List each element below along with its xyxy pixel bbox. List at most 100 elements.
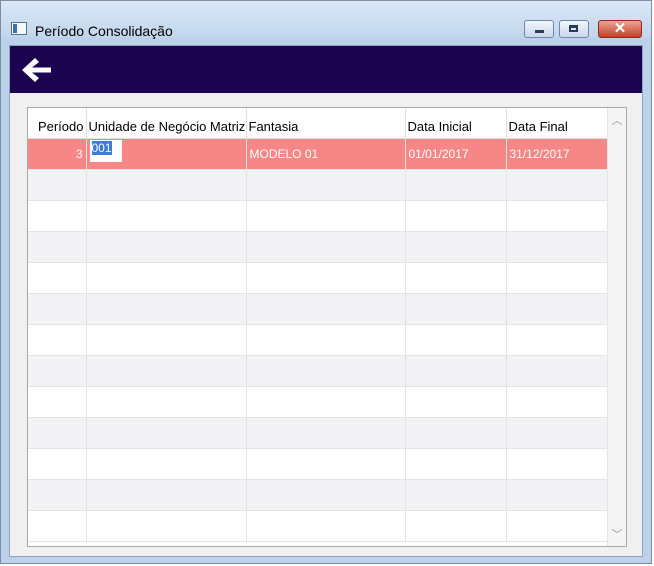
empty-cell[interactable] (405, 293, 507, 325)
empty-cell[interactable] (86, 169, 247, 201)
table-row[interactable] (28, 262, 609, 294)
navigation-bar (10, 46, 642, 93)
table-row[interactable] (28, 293, 609, 325)
empty-cell[interactable] (86, 510, 247, 542)
column-header-data-final[interactable]: Data Final (506, 108, 609, 139)
empty-cell[interactable] (246, 324, 406, 356)
table-row[interactable] (28, 355, 609, 387)
empty-cell[interactable] (28, 417, 87, 449)
maximize-button[interactable] (559, 20, 589, 38)
empty-cell[interactable] (405, 231, 507, 263)
empty-cell[interactable] (28, 324, 87, 356)
grid-header-row: Período Unidade de Negócio Matriz Fantas… (28, 108, 609, 139)
empty-cell[interactable] (506, 386, 609, 418)
empty-cell[interactable] (405, 386, 507, 418)
empty-cell[interactable] (86, 386, 247, 418)
empty-cell[interactable] (246, 293, 406, 325)
empty-cell[interactable] (28, 231, 87, 263)
empty-cell[interactable] (506, 200, 609, 232)
empty-cell[interactable] (246, 169, 406, 201)
table-row[interactable]: 3 001 MODELO 01 01/01/2017 31/12/2017 (28, 138, 609, 170)
empty-cell[interactable] (246, 386, 406, 418)
title-bar[interactable]: Período Consolidação ✕ (1, 1, 651, 39)
empty-cell[interactable] (86, 231, 247, 263)
empty-cell[interactable] (506, 479, 609, 511)
window-title: Período Consolidação (35, 23, 173, 39)
empty-cell[interactable] (405, 200, 507, 232)
empty-cell[interactable] (246, 479, 406, 511)
empty-cell[interactable] (86, 479, 247, 511)
vertical-scrollbar[interactable]: ︿ ﹀ (607, 108, 626, 546)
table-row[interactable] (28, 324, 609, 356)
empty-cell[interactable] (28, 200, 87, 232)
empty-cell[interactable] (86, 293, 247, 325)
empty-cell[interactable] (86, 355, 247, 387)
empty-cell[interactable] (28, 510, 87, 542)
empty-cell[interactable] (405, 324, 507, 356)
empty-cell[interactable] (405, 479, 507, 511)
column-header-unidade[interactable]: Unidade de Negócio Matriz (86, 108, 247, 139)
table-row[interactable] (28, 386, 609, 418)
cell-fantasia[interactable]: MODELO 01 (246, 138, 406, 170)
empty-cell[interactable] (246, 262, 406, 294)
window-app-icon (11, 22, 27, 35)
empty-cell[interactable] (28, 293, 87, 325)
empty-cell[interactable] (28, 479, 87, 511)
empty-cell[interactable] (405, 355, 507, 387)
column-header-fantasia[interactable]: Fantasia (246, 108, 406, 139)
cell-periodo[interactable]: 3 (28, 138, 87, 170)
column-header-data-inicial[interactable]: Data Inicial (405, 108, 507, 139)
empty-cell[interactable] (246, 200, 406, 232)
empty-cell[interactable] (506, 355, 609, 387)
cell-data-inicial[interactable]: 01/01/2017 (405, 138, 507, 170)
empty-cell[interactable] (246, 231, 406, 263)
close-icon: ✕ (613, 20, 627, 37)
close-button[interactable]: ✕ (598, 20, 642, 38)
scroll-up-icon[interactable]: ︿ (608, 112, 626, 130)
empty-cell[interactable] (506, 262, 609, 294)
grid-table: Período Unidade de Negócio Matriz Fantas… (28, 108, 609, 542)
consolidation-period-window: Período Consolidação ✕ Período Unidade d… (0, 0, 652, 564)
empty-cell[interactable] (405, 169, 507, 201)
empty-cell[interactable] (86, 262, 247, 294)
table-row[interactable] (28, 169, 609, 201)
empty-cell[interactable] (246, 417, 406, 449)
empty-cell[interactable] (86, 448, 247, 480)
minimize-button[interactable] (524, 20, 554, 38)
empty-cell[interactable] (28, 262, 87, 294)
unidade-edit-input[interactable]: 001 (89, 140, 122, 162)
empty-cell[interactable] (506, 448, 609, 480)
empty-cell[interactable] (405, 262, 507, 294)
empty-cell[interactable] (506, 324, 609, 356)
empty-cell[interactable] (506, 231, 609, 263)
empty-cell[interactable] (86, 324, 247, 356)
cell-data-final[interactable]: 31/12/2017 (506, 138, 609, 170)
empty-cell[interactable] (246, 510, 406, 542)
table-row[interactable] (28, 417, 609, 449)
empty-cell[interactable] (86, 417, 247, 449)
empty-cell[interactable] (246, 355, 406, 387)
table-row[interactable] (28, 448, 609, 480)
table-row[interactable] (28, 479, 609, 511)
consolidation-grid[interactable]: Período Unidade de Negócio Matriz Fantas… (27, 107, 627, 547)
empty-cell[interactable] (405, 448, 507, 480)
empty-cell[interactable] (28, 355, 87, 387)
cell-unidade-editing[interactable]: 001 (86, 138, 247, 170)
empty-cell[interactable] (506, 510, 609, 542)
empty-cell[interactable] (28, 386, 87, 418)
table-row[interactable] (28, 231, 609, 263)
column-header-periodo[interactable]: Período (28, 108, 87, 139)
back-button[interactable] (20, 55, 54, 85)
scroll-down-icon[interactable]: ﹀ (608, 526, 626, 544)
empty-cell[interactable] (405, 510, 507, 542)
empty-cell[interactable] (246, 448, 406, 480)
empty-cell[interactable] (86, 200, 247, 232)
empty-cell[interactable] (506, 417, 609, 449)
empty-cell[interactable] (28, 448, 87, 480)
table-row[interactable] (28, 200, 609, 232)
table-row[interactable] (28, 510, 609, 542)
empty-cell[interactable] (28, 169, 87, 201)
empty-cell[interactable] (506, 293, 609, 325)
empty-cell[interactable] (506, 169, 609, 201)
empty-cell[interactable] (405, 417, 507, 449)
